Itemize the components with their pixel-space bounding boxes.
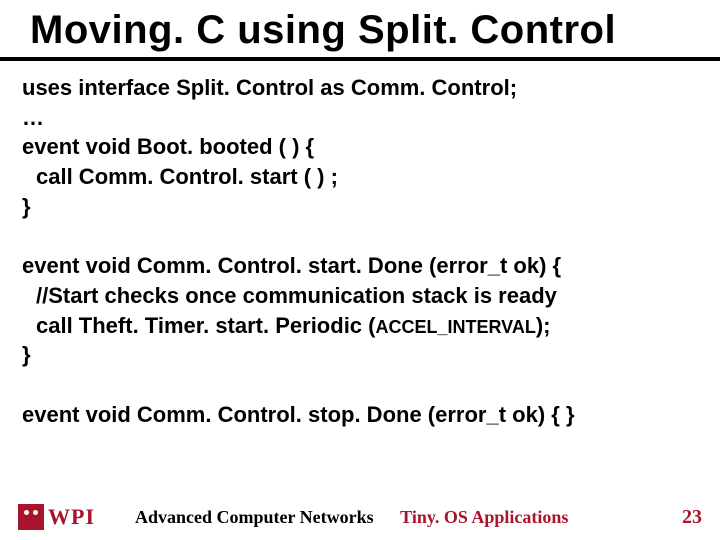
- code-line: }: [22, 340, 698, 370]
- course-name: Advanced Computer Networks: [135, 507, 374, 527]
- code-line: event void Comm. Control. start. Done (e…: [22, 251, 698, 281]
- code-line: call Comm. Control. start ( ) ;: [22, 162, 698, 192]
- slide-body: uses interface Split. Control as Comm. C…: [0, 61, 720, 429]
- code-line: //Start checks once communication stack …: [22, 281, 698, 311]
- title-bar: Moving. C using Split. Control: [0, 0, 720, 61]
- slide-footer: WPI Advanced Computer Networks Tiny. OS …: [0, 504, 720, 530]
- blank-line: [22, 370, 698, 400]
- slide-title: Moving. C using Split. Control: [30, 8, 700, 53]
- logo-icon: [18, 504, 44, 530]
- code-line: event void Boot. booted ( ) {: [22, 132, 698, 162]
- code-line: event void Comm. Control. stop. Done (er…: [22, 400, 698, 430]
- code-line: }: [22, 192, 698, 222]
- footer-text: Advanced Computer Networks Tiny. OS Appl…: [135, 507, 652, 528]
- blank-line: [22, 221, 698, 251]
- code-line: call Theft. Timer. start. Periodic (ACCE…: [22, 311, 698, 341]
- topic-name: Tiny. OS Applications: [400, 507, 568, 527]
- code-fragment: );: [536, 313, 551, 338]
- wpi-logo: WPI: [18, 504, 95, 530]
- page-number: 23: [682, 506, 702, 529]
- code-line: uses interface Split. Control as Comm. C…: [22, 73, 698, 103]
- code-fragment: call Theft. Timer. start. Periodic (: [36, 313, 375, 338]
- code-line: …: [22, 103, 698, 133]
- logo-text: WPI: [48, 504, 95, 530]
- code-fragment: ACCEL_INTERVAL: [375, 317, 535, 337]
